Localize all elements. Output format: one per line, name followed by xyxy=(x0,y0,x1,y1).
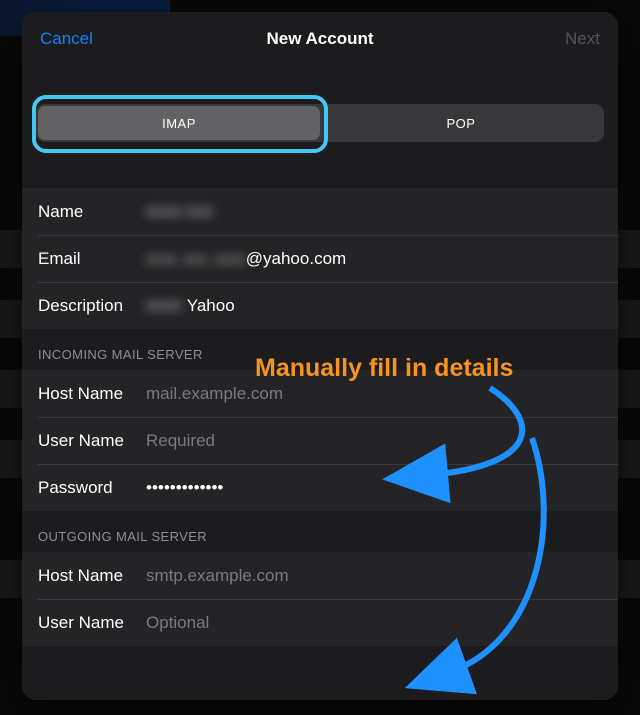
name-row[interactable]: Name XXXX XXX xyxy=(22,188,618,235)
redacted-text: XXXX xyxy=(146,299,182,313)
description-field[interactable]: XXXX Yahoo xyxy=(146,296,602,316)
name-label: Name xyxy=(38,202,146,222)
outgoing-username-row[interactable]: User Name xyxy=(22,599,618,646)
description-row[interactable]: Description XXXX Yahoo xyxy=(22,282,618,329)
cancel-button[interactable]: Cancel xyxy=(40,12,93,66)
email-suffix: @yahoo.com xyxy=(246,249,346,268)
incoming-username-input[interactable] xyxy=(146,431,602,451)
outgoing-hostname-label: Host Name xyxy=(38,566,146,586)
incoming-hostname-input[interactable] xyxy=(146,384,602,404)
outgoing-hostname-input[interactable] xyxy=(146,566,602,586)
email-label: Email xyxy=(38,249,146,269)
name-field[interactable]: XXXX XXX xyxy=(146,202,602,222)
page-title: New Account xyxy=(266,29,373,48)
incoming-username-label: User Name xyxy=(38,431,146,451)
email-row[interactable]: Email xxxx_xxx_xxxx@yahoo.com xyxy=(22,235,618,282)
outgoing-hostname-row[interactable]: Host Name xyxy=(22,552,618,599)
redacted-text: XXXX XXX xyxy=(146,205,213,219)
description-visible: Yahoo xyxy=(187,296,235,315)
incoming-password-label: Password xyxy=(38,478,146,498)
email-field[interactable]: xxxx_xxx_xxxx@yahoo.com xyxy=(146,249,602,269)
redacted-text: xxxx_xxx_xxxx xyxy=(146,252,246,266)
segment-imap[interactable]: IMAP xyxy=(38,106,320,140)
protocol-segmented-control[interactable]: IMAP POP xyxy=(36,104,604,142)
outgoing-username-input[interactable] xyxy=(146,613,602,633)
annotation-text: Manually fill in details xyxy=(255,354,513,383)
segment-pop[interactable]: POP xyxy=(320,106,602,140)
incoming-password-input[interactable]: ••••••••••••• xyxy=(146,478,602,498)
title-bar: Cancel New Account Next xyxy=(22,12,618,66)
incoming-password-row[interactable]: Password ••••••••••••• xyxy=(22,464,618,511)
outgoing-username-label: User Name xyxy=(38,613,146,633)
incoming-username-row[interactable]: User Name xyxy=(22,417,618,464)
account-info-group: Name XXXX XXX Email xxxx_xxx_xxxx@yahoo.… xyxy=(22,188,618,329)
next-button: Next xyxy=(565,12,600,66)
outgoing-section-header: Outgoing Mail Server xyxy=(22,511,618,552)
outgoing-group: Host Name User Name xyxy=(22,552,618,646)
description-label: Description xyxy=(38,296,146,316)
incoming-hostname-label: Host Name xyxy=(38,384,146,404)
incoming-group: Host Name User Name Password •••••••••••… xyxy=(22,370,618,511)
